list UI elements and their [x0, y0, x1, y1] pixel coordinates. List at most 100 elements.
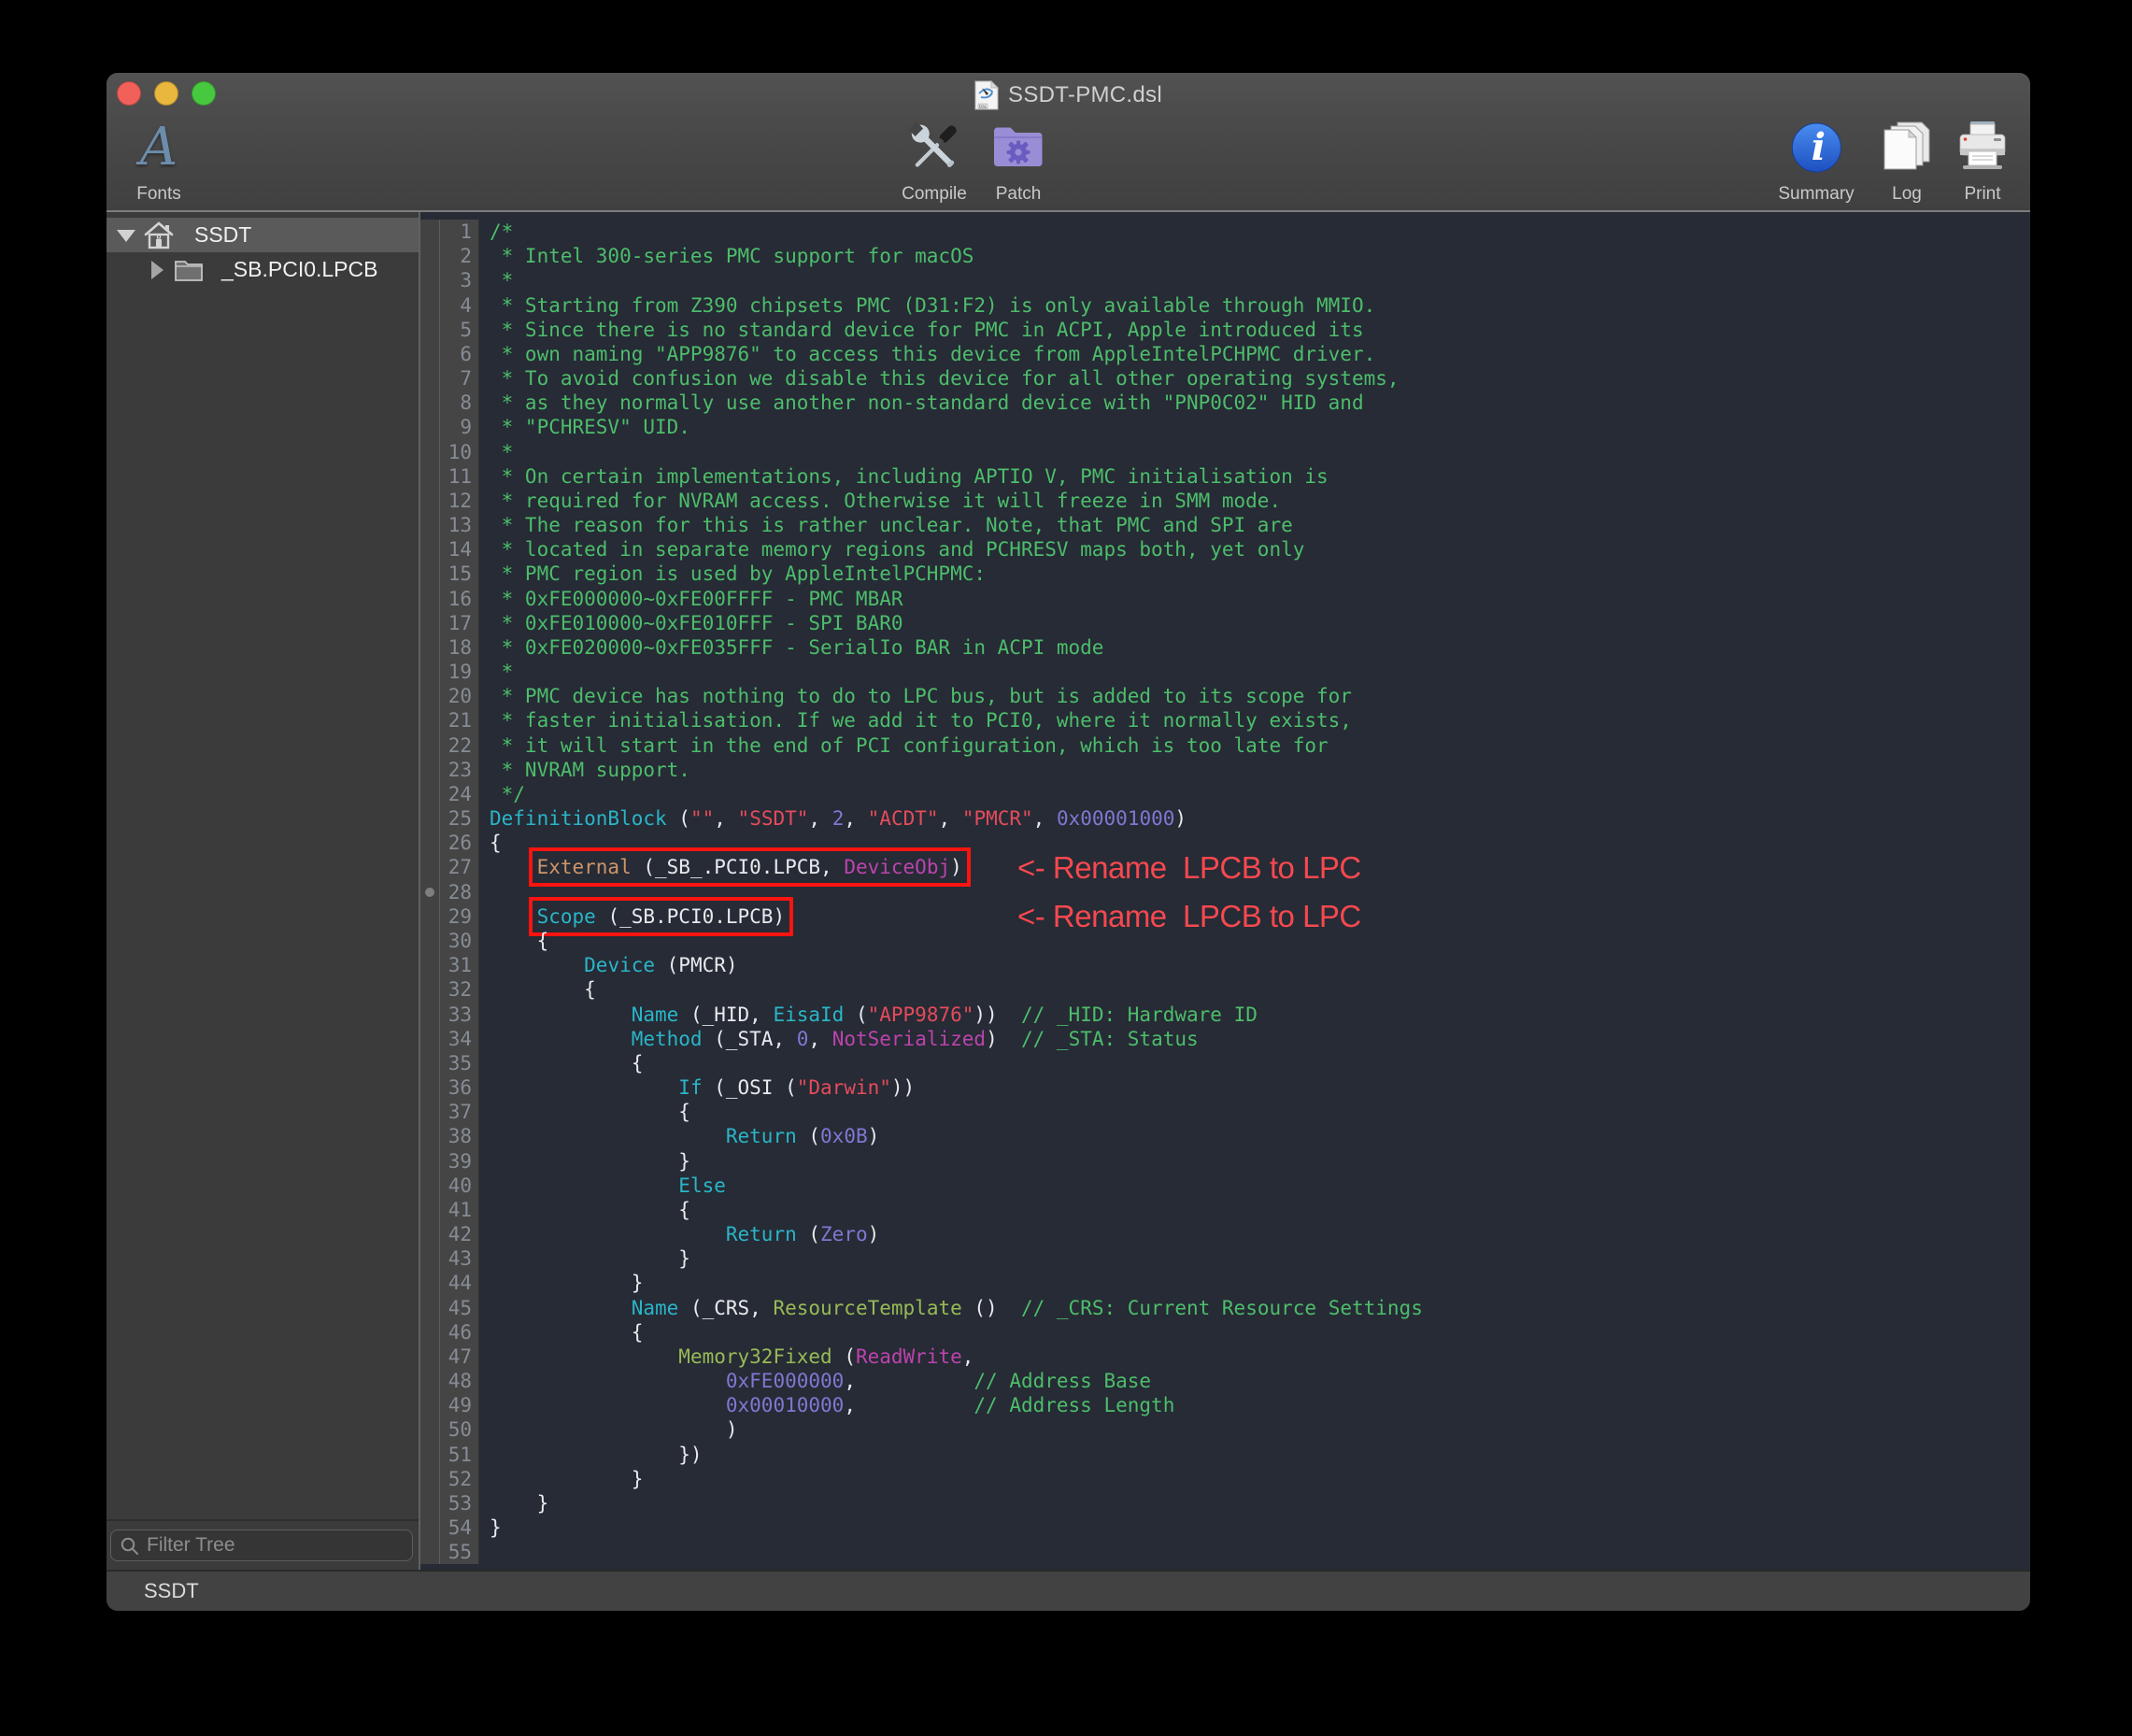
- code-line-51[interactable]: 51 }): [420, 1443, 2030, 1467]
- code-content: * Intel 300-series PMC support for macOS: [479, 244, 974, 268]
- code-line-40[interactable]: 40 Else: [420, 1174, 2030, 1198]
- code-line-33[interactable]: 33 Name (_HID, EisaId ("APP9876")) // _H…: [420, 1003, 2030, 1027]
- gutter-marker-strip: [420, 415, 440, 439]
- sidebar: SSDT _SB.PCI0.LPCB: [107, 212, 420, 1570]
- code-line-53[interactable]: 53 }: [420, 1491, 2030, 1515]
- code-line-2[interactable]: 2 * Intel 300-series PMC support for mac…: [420, 244, 2030, 268]
- line-number: 30: [440, 929, 479, 953]
- line-number: 15: [440, 562, 479, 586]
- code-content: {: [479, 1100, 690, 1124]
- tree-item-ssdt[interactable]: SSDT: [107, 218, 419, 252]
- code-line-12[interactable]: 12 * required for NVRAM access. Otherwis…: [420, 489, 2030, 513]
- line-number: 53: [440, 1491, 479, 1515]
- disclosure-collapsed-icon[interactable]: [151, 261, 163, 279]
- line-number: 31: [440, 953, 479, 977]
- gutter-marker-strip: [420, 1174, 440, 1198]
- gutter-marker-strip: [420, 391, 440, 415]
- code-content: }: [479, 1149, 690, 1174]
- tree-item-sb-pci0-lpcb[interactable]: _SB.PCI0.LPCB: [107, 252, 419, 287]
- gutter-marker-strip: [420, 1443, 440, 1467]
- code-line-17[interactable]: 17 * 0xFE010000~0xFE010FFF - SPI BAR0: [420, 611, 2030, 635]
- code-line-44[interactable]: 44 }: [420, 1271, 2030, 1295]
- code-line-41[interactable]: 41 {: [420, 1198, 2030, 1222]
- code-line-14[interactable]: 14 * located in separate memory regions …: [420, 537, 2030, 562]
- code-line-6[interactable]: 6 * own naming "APP9876" to access this …: [420, 342, 2030, 366]
- fonts-button[interactable]: A Fonts: [136, 116, 181, 205]
- line-number: 32: [440, 977, 479, 1002]
- code-line-9[interactable]: 9 * "PCHRESV" UID.: [420, 415, 2030, 439]
- code-line-3[interactable]: 3 *: [420, 268, 2030, 292]
- code-line-13[interactable]: 13 * The reason for this is rather uncle…: [420, 513, 2030, 537]
- compile-button[interactable]: Compile: [902, 116, 967, 205]
- line-number: 28: [440, 880, 479, 904]
- code-content: *: [479, 268, 513, 292]
- gutter-marker-strip: [420, 611, 440, 635]
- code-line-45[interactable]: 45 Name (_CRS, ResourceTemplate () // _C…: [420, 1296, 2030, 1320]
- code-line-34[interactable]: 34 Method (_STA, 0, NotSerialized) // _S…: [420, 1027, 2030, 1051]
- line-number: 24: [440, 782, 479, 806]
- code-line-35[interactable]: 35 {: [420, 1051, 2030, 1075]
- disclosure-expanded-icon[interactable]: [117, 230, 135, 242]
- code-line-48[interactable]: 48 0xFE000000, // Address Base: [420, 1369, 2030, 1393]
- code-line-24[interactable]: 24 */: [420, 782, 2030, 806]
- line-number: 43: [440, 1246, 479, 1271]
- gutter-marker-strip: [420, 464, 440, 489]
- summary-button[interactable]: i Summary: [1778, 116, 1854, 205]
- code-line-10[interactable]: 10 *: [420, 440, 2030, 464]
- home-icon: [142, 221, 176, 255]
- filter-area: [107, 1519, 419, 1570]
- code-line-19[interactable]: 19 *: [420, 660, 2030, 684]
- code-line-42[interactable]: 42 Return (Zero): [420, 1222, 2030, 1246]
- code-content: *: [479, 660, 513, 684]
- code-line-46[interactable]: 46 {: [420, 1320, 2030, 1345]
- code-line-50[interactable]: 50 ): [420, 1417, 2030, 1442]
- code-line-5[interactable]: 5 * Since there is no standard device fo…: [420, 318, 2030, 342]
- patch-button[interactable]: Patch: [988, 116, 1049, 205]
- code-content: * The reason for this is rather unclear.…: [479, 513, 1293, 537]
- summary-label: Summary: [1778, 184, 1854, 205]
- code-content: 0x00010000, // Address Length: [479, 1393, 1174, 1417]
- code-line-39[interactable]: 39 }: [420, 1149, 2030, 1174]
- code-line-23[interactable]: 23 * NVRAM support.: [420, 758, 2030, 782]
- code-line-20[interactable]: 20 * PMC device has nothing to do to LPC…: [420, 684, 2030, 708]
- code-lines: 1/*2 * Intel 300-series PMC support for …: [420, 212, 2030, 1564]
- code-line-31[interactable]: 31 Device (PMCR): [420, 953, 2030, 977]
- code-line-52[interactable]: 52 }: [420, 1467, 2030, 1491]
- code-line-25[interactable]: 25DefinitionBlock ("", "SSDT", 2, "ACDT"…: [420, 806, 2030, 831]
- code-line-32[interactable]: 32 {: [420, 977, 2030, 1002]
- code-line-16[interactable]: 16 * 0xFE000000~0xFE00FFFF - PMC MBAR: [420, 587, 2030, 611]
- code-content: 0xFE000000, // Address Base: [479, 1369, 1151, 1393]
- printer-icon: [1953, 116, 2012, 179]
- code-line-49[interactable]: 49 0x00010000, // Address Length: [420, 1393, 2030, 1417]
- code-line-47[interactable]: 47 Memory32Fixed (ReadWrite,: [420, 1345, 2030, 1369]
- code-line-37[interactable]: 37 {: [420, 1100, 2030, 1124]
- code-line-36[interactable]: 36 If (_OSI ("Darwin")): [420, 1075, 2030, 1100]
- code-content: * Starting from Z390 chipsets PMC (D31:F…: [479, 293, 1375, 318]
- gutter-marker-strip: [420, 537, 440, 562]
- code-content: {: [479, 1051, 643, 1075]
- code-editor[interactable]: 1/*2 * Intel 300-series PMC support for …: [420, 212, 2030, 1570]
- code-content: * faster initialisation. If we add it to…: [479, 708, 1352, 733]
- code-line-4[interactable]: 4 * Starting from Z390 chipsets PMC (D31…: [420, 293, 2030, 318]
- line-number: 23: [440, 758, 479, 782]
- code-line-54[interactable]: 54}: [420, 1515, 2030, 1540]
- gutter-marker-strip: [420, 1345, 440, 1369]
- print-button[interactable]: Print: [1953, 116, 2012, 205]
- line-number: 18: [440, 635, 479, 660]
- code-line-22[interactable]: 22 * it will start in the end of PCI con…: [420, 733, 2030, 758]
- code-content: {: [479, 977, 596, 1002]
- code-line-8[interactable]: 8 * as they normally use another non-sta…: [420, 391, 2030, 415]
- log-button[interactable]: Log: [1878, 116, 1936, 205]
- code-line-11[interactable]: 11 * On certain implementations, includi…: [420, 464, 2030, 489]
- code-line-43[interactable]: 43 }: [420, 1246, 2030, 1271]
- gutter-marker-strip: [420, 904, 440, 929]
- code-line-7[interactable]: 7 * To avoid confusion we disable this d…: [420, 366, 2030, 391]
- filter-tree-input[interactable]: [110, 1530, 413, 1561]
- code-line-18[interactable]: 18 * 0xFE020000~0xFE035FFF - SerialIo BA…: [420, 635, 2030, 660]
- code-line-1[interactable]: 1/*: [420, 220, 2030, 244]
- code-content: }: [479, 1467, 643, 1491]
- code-line-55[interactable]: 55: [420, 1540, 2030, 1564]
- code-line-21[interactable]: 21 * faster initialisation. If we add it…: [420, 708, 2030, 733]
- code-line-15[interactable]: 15 * PMC region is used by AppleIntelPCH…: [420, 562, 2030, 586]
- code-line-38[interactable]: 38 Return (0x0B): [420, 1124, 2030, 1148]
